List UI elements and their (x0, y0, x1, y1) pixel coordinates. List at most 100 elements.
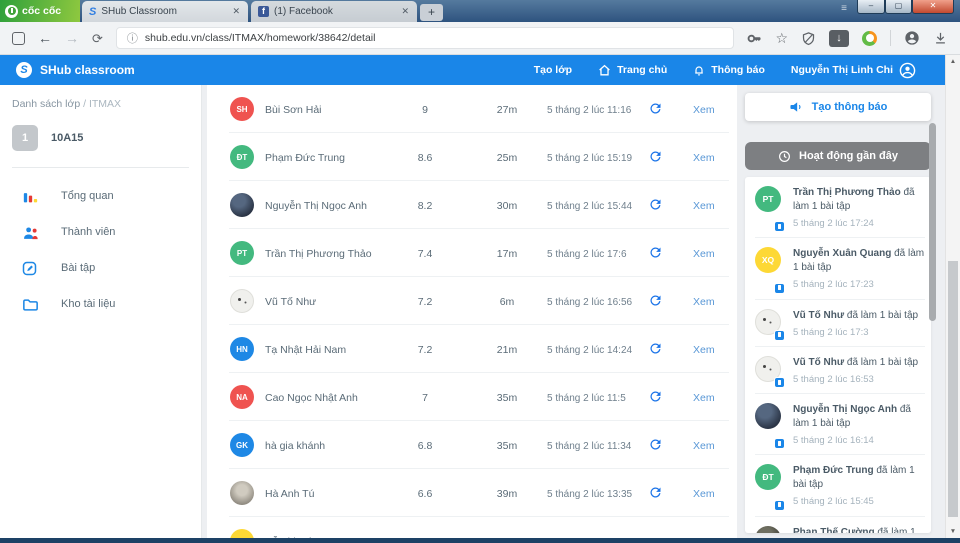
panel-scrollbar-thumb[interactable] (929, 123, 936, 321)
assignment-badge-icon (774, 329, 785, 341)
table-row[interactable]: Nguyễn Thị Ngọc Anh 8.2 30m 5 tháng 2 lúc 1… (207, 181, 737, 229)
activity-student-name: Phạm Đức Trung (793, 465, 874, 477)
address-bar[interactable]: ⓘ shub.edu.vn/class/ITMAX/homework/38642… (115, 27, 735, 49)
sidebar-item-assignment[interactable]: Bài tập (0, 250, 201, 286)
student-avatar: PT (755, 186, 781, 212)
maximize-button[interactable]: ▢ (885, 0, 912, 14)
activity-student-name: Phan Thế Cường (793, 526, 875, 533)
page-scrollbar-thumb[interactable] (948, 261, 958, 517)
table-row[interactable]: TMĐỗ Thị Trà My (207, 517, 737, 538)
tab-close-button[interactable]: ✕ (400, 6, 410, 17)
minimize-button[interactable]: – (857, 0, 885, 14)
close-button[interactable]: ✕ (912, 0, 954, 14)
table-row[interactable]: GK hà gia khánh 6.8 35m 5 tháng 2 lúc 11:34 X… (207, 421, 737, 469)
score-cell: 8.6 (417, 152, 433, 164)
refresh-button[interactable] (648, 149, 664, 165)
page-info-icon[interactable]: ⓘ (127, 30, 138, 46)
active-download-icon[interactable]: ↓ (829, 29, 849, 47)
coccoc-extension-icon[interactable] (862, 30, 877, 46)
refresh-button[interactable] (648, 485, 664, 501)
activity-item[interactable]: XQ Nguyễn Xuân Quang đã làm 1 bài tập 5 th… (745, 238, 931, 300)
refresh-button[interactable] (648, 197, 664, 213)
speed-dial-icon[interactable] (12, 31, 25, 45)
new-tab-button[interactable]: + (420, 4, 443, 21)
key-icon[interactable] (747, 31, 762, 46)
refresh-button[interactable] (648, 341, 664, 357)
activity-item[interactable]: PT Trần Thị Phương Thảo đã làm 1 bài tập 5… (745, 177, 931, 239)
scroll-down-arrow[interactable]: ▼ (946, 528, 960, 535)
view-link[interactable]: Xem (693, 152, 715, 164)
view-link[interactable]: Xem (693, 200, 715, 212)
refresh-button[interactable] (648, 101, 664, 117)
view-link[interactable]: Xem (693, 248, 715, 260)
sidebar-item-people[interactable]: Thành viên (0, 214, 201, 250)
recent-activity-header[interactable]: Hoạt động gần đây (745, 142, 931, 170)
score-cell: 9 (422, 104, 428, 116)
activity-item[interactable]: Phan Thế Cường đã làm 1 bài tập5 tháng 2… (745, 517, 931, 533)
view-link[interactable]: Xem (693, 488, 715, 500)
activity-item[interactable]: ĐT Phạm Đức Trung đã làm 1 bài tập 5 tháng… (745, 455, 931, 518)
activity-student-name: Trần Thị Phương Thảo (793, 187, 901, 198)
create-announcement-button[interactable]: Tạo thông báo (745, 93, 931, 121)
forward-icon[interactable]: → (65, 31, 79, 45)
activity-avatar (755, 525, 783, 533)
scroll-up-arrow[interactable]: ▲ (946, 58, 960, 65)
home-link[interactable]: Trang chủ (598, 64, 667, 77)
adblock-shield-icon[interactable] (801, 31, 816, 46)
browser-tab[interactable]: S SHub Classroom ✕ (82, 1, 248, 22)
student-name: Nguyễn Thị Ngọc Anh (265, 200, 367, 212)
activity-item[interactable]: Vũ Tố Như đã làm 1 bài tập 5 tháng 2 lúc … (745, 347, 931, 395)
table-row[interactable]: HN Tạ Nhật Hải Nam 7.2 21m 5 tháng 2 lúc 14:… (207, 325, 737, 373)
score-cell: 6.8 (417, 440, 433, 452)
table-row[interactable]: NA Cao Ngọc Nhật Anh 7 35m 5 tháng 2 lúc 11:… (207, 373, 737, 421)
brand-title: SHub classroom (40, 63, 135, 77)
student-avatar: ĐT (755, 464, 781, 491)
browser-tab[interactable]: f (1) Facebook ✕ (251, 1, 417, 22)
breadcrumb-root[interactable]: Danh sách lớp (12, 98, 80, 110)
activity-avatar: ĐT (755, 464, 785, 511)
downloads-tray-icon[interactable] (933, 31, 948, 46)
refresh-button[interactable] (648, 293, 664, 309)
submissions-table: SH Bùi Sơn Hải 9 27m 5 tháng 2 lúc 11:16 Xem Đ… (207, 85, 737, 538)
view-link[interactable]: Xem (693, 104, 715, 116)
page-scrollbar[interactable]: ▲ ▼ (945, 55, 960, 538)
bookmark-star-icon[interactable]: ☆ (775, 31, 788, 45)
table-row[interactable]: Vũ Tố Như 7.2 6m 5 tháng 2 lúc 16:56 Xem (207, 277, 737, 325)
refresh-button[interactable] (648, 245, 664, 261)
coccoc-logo-icon (5, 4, 18, 18)
class-list-item[interactable]: 1 10A15 (12, 125, 201, 151)
sidebar-item-bar-chart[interactable]: Tổng quan (0, 178, 201, 214)
student-avatar: PT (230, 241, 254, 265)
view-link[interactable]: Xem (693, 440, 715, 452)
refresh-button[interactable] (648, 437, 664, 453)
activity-action: đã làm 1 bài tập (846, 309, 919, 321)
activity-item[interactable]: Vũ Tố Như đã làm 1 bài tập 5 tháng 2 lúc … (745, 300, 931, 348)
table-row[interactable]: Hà Anh Tú 6.6 39m 5 tháng 2 lúc 13:35 Xem (207, 469, 737, 517)
user-menu[interactable]: Nguyễn Thị Linh Chi (791, 62, 916, 79)
back-icon[interactable]: ← (38, 31, 52, 45)
bar-chart-icon (22, 188, 39, 204)
megaphone-icon (790, 102, 801, 112)
tab-close-button[interactable]: ✕ (231, 6, 241, 17)
titlebar-menu-icon[interactable]: ≡ (841, 3, 847, 14)
coccoc-menu-button[interactable]: cốc cốc (0, 0, 80, 22)
view-link[interactable]: Xem (693, 344, 715, 356)
sidebar-item-folder[interactable]: Kho tài liệu (0, 286, 201, 322)
create-class-button[interactable]: Tạo lớp (534, 64, 572, 76)
duration-cell: 35m (496, 440, 518, 452)
activity-avatar: PT (755, 186, 785, 233)
activity-item[interactable]: Nguyễn Thị Ngọc Anh đã làm 1 bài tập 5 th… (745, 394, 931, 456)
notifications-button[interactable]: Thông báo (693, 64, 765, 77)
activity-line: Phạm Đức Trung đã làm 1 bài tập (793, 464, 925, 492)
reload-icon[interactable]: ⟳ (92, 32, 103, 45)
shub-brand[interactable]: S SHub classroom (16, 62, 135, 78)
student-name: Vũ Tố Như (265, 296, 317, 308)
table-row[interactable]: ĐT Phạm Đức Trung 8.6 25m 5 tháng 2 lúc 15:1… (207, 133, 737, 181)
refresh-button[interactable] (648, 389, 664, 405)
profile-icon[interactable] (904, 30, 920, 46)
view-link[interactable]: Xem (693, 296, 715, 308)
table-row[interactable]: SH Bùi Sơn Hải 9 27m 5 tháng 2 lúc 11:16 Xem (207, 85, 737, 133)
activity-line: Trần Thị Phương Thảo đã làm 1 bài tập (793, 186, 925, 214)
view-link[interactable]: Xem (693, 392, 715, 404)
table-row[interactable]: PT Trần Thị Phương Thảo 7.4 17m 5 tháng 2 lú… (207, 229, 737, 277)
